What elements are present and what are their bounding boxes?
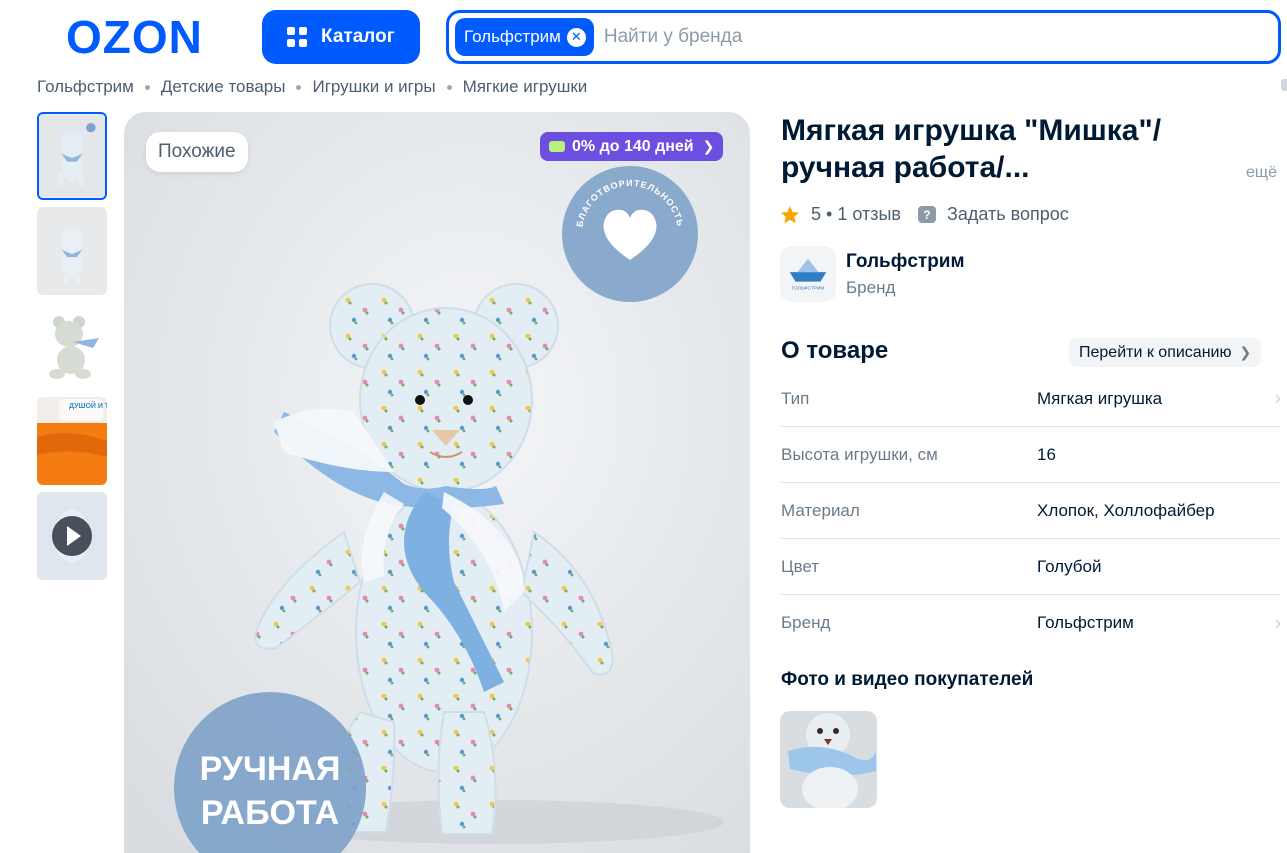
brand-role: Бренд <box>846 277 896 297</box>
breadcrumb: Гольфстрим Детские товары Игрушки и игры… <box>37 77 587 97</box>
svg-text:OZON: OZON <box>66 16 203 58</box>
spec-row-color: Цвет Голубой <box>781 539 1281 595</box>
handmade-badge: РУЧНАЯ РАБОТА <box>174 692 366 853</box>
spec-key: Материал <box>781 500 860 520</box>
grid-icon <box>287 27 307 47</box>
thumbnail-bear-front[interactable] <box>37 112 107 200</box>
chevron-right-icon: › <box>1275 388 1281 408</box>
ask-question-button[interactable]: ? Задать вопрос <box>917 204 1069 225</box>
brand-chip-label: Гольфстрим <box>464 27 561 46</box>
ozon-logo[interactable]: OZON <box>66 16 232 58</box>
question-bubble-icon: ? <box>917 206 936 223</box>
catalog-button[interactable]: Каталог <box>262 10 420 64</box>
spec-row-type[interactable]: Тип Мягкая игрушка › <box>781 371 1281 427</box>
spec-value: Хлопок, Холлофайбер <box>1037 500 1215 520</box>
installment-badge[interactable]: 0% до 140 дней ❯ <box>540 132 724 161</box>
breadcrumb-soft-toys[interactable]: Мягкие игрушки <box>463 77 588 97</box>
product-main-image[interactable]: Похожие 0% до 140 дней ❯ БЛАГОТВОРИТЕЛЬН… <box>124 112 750 853</box>
breadcrumb-separator <box>446 84 452 90</box>
spec-key: Тип <box>781 388 810 408</box>
thumbnail-strip: ДУШОЙ И ТЕПЛОМ <box>37 112 107 587</box>
star-icon <box>781 205 799 223</box>
spec-key: Высота игрушки, см <box>781 444 938 464</box>
charity-badge: БЛАГОТВОРИТЕЛЬНОСТЬ <box>562 166 698 302</box>
spec-value: Мягкая игрушка <box>1037 388 1163 408</box>
card-icon <box>549 141 565 152</box>
chevron-right-icon: ❯ <box>1239 344 1252 360</box>
chevron-right-icon: ❯ <box>702 138 715 154</box>
catalog-label: Каталог <box>321 26 395 47</box>
spec-row-brand[interactable]: Бренд Гольфстрим › <box>781 595 1281 651</box>
goto-description-label: Перейти к описанию <box>1079 343 1232 361</box>
brand-name: Гольфстрим <box>846 250 965 272</box>
product-title: Мягкая игрушка "Мишка"/ ручная работа/..… <box>781 114 1162 184</box>
customer-media-title: Фото и видео покупателей <box>781 669 1034 690</box>
installment-label: 0% до 140 дней <box>572 137 694 155</box>
spec-row-material: Материал Хлопок, Холлофайбер <box>781 483 1281 539</box>
scrollbar-thumb[interactable] <box>1281 79 1287 91</box>
thumbnail-bear-sitting[interactable] <box>37 302 107 390</box>
rating-separator: • <box>821 204 838 224</box>
thumbnail-handmade-promo[interactable]: ДУШОЙ И ТЕПЛОМ <box>37 397 107 485</box>
brand-filter-chip[interactable]: Гольфстрим ✕ <box>455 18 594 56</box>
handmade-line-2: РАБОТА <box>201 794 339 832</box>
paper-boat-icon: ГОЛЬФСТРИМ <box>789 258 827 291</box>
thumbnail-video[interactable] <box>37 492 107 580</box>
spec-key: Бренд <box>781 613 831 632</box>
breadcrumb-kids[interactable]: Детские товары <box>161 77 286 97</box>
breadcrumb-separator <box>296 84 302 90</box>
search-bar[interactable]: Гольфстрим ✕ <box>446 10 1281 64</box>
spec-list: Тип Мягкая игрушка › Высота игрушки, см … <box>781 371 1281 651</box>
ask-question-label: Задать вопрос <box>946 204 1069 224</box>
spec-value: Голубой <box>1037 556 1102 576</box>
spec-value: Гольфстрим <box>1037 613 1134 632</box>
search-input[interactable] <box>603 26 1204 48</box>
similar-label: Похожие <box>158 141 236 162</box>
rating-value: 5 <box>811 204 822 224</box>
spec-key: Цвет <box>781 556 820 576</box>
brand-logo: ГОЛЬФСТРИМ <box>780 246 836 302</box>
handmade-line-1: РУЧНАЯ <box>200 750 341 788</box>
brand-logo-text: ГОЛЬФСТРИМ <box>792 285 825 291</box>
about-title: О товаре <box>781 337 889 364</box>
promo-thumb-text: ДУШОЙ И ТЕПЛОМ <box>69 401 107 410</box>
thumbnail-bear-front-2[interactable] <box>37 207 107 295</box>
breadcrumb-separator <box>144 84 150 90</box>
chevron-right-icon: › <box>1275 612 1281 633</box>
goto-description-button[interactable]: Перейти к описанию ❯ <box>1069 338 1262 367</box>
spec-row-height: Высота игрушки, см 16 <box>781 427 1281 483</box>
customer-photo[interactable] <box>780 711 877 808</box>
reviews-link[interactable]: 1 отзыв <box>837 204 901 225</box>
breadcrumb-brand[interactable]: Гольфстрим <box>37 77 134 97</box>
breadcrumb-toys[interactable]: Игрушки и игры <box>312 77 435 97</box>
close-icon[interactable]: ✕ <box>566 27 586 47</box>
rating-row: 5 • 1 отзыв ? Задать вопрос <box>780 204 1069 225</box>
similar-button[interactable]: Похожие <box>146 132 248 172</box>
brand-card[interactable]: ГОЛЬФСТРИМ Гольфстрим Бренд <box>780 246 965 302</box>
spec-value: 16 <box>1037 444 1056 464</box>
title-more-link[interactable]: ещё <box>1246 164 1277 182</box>
